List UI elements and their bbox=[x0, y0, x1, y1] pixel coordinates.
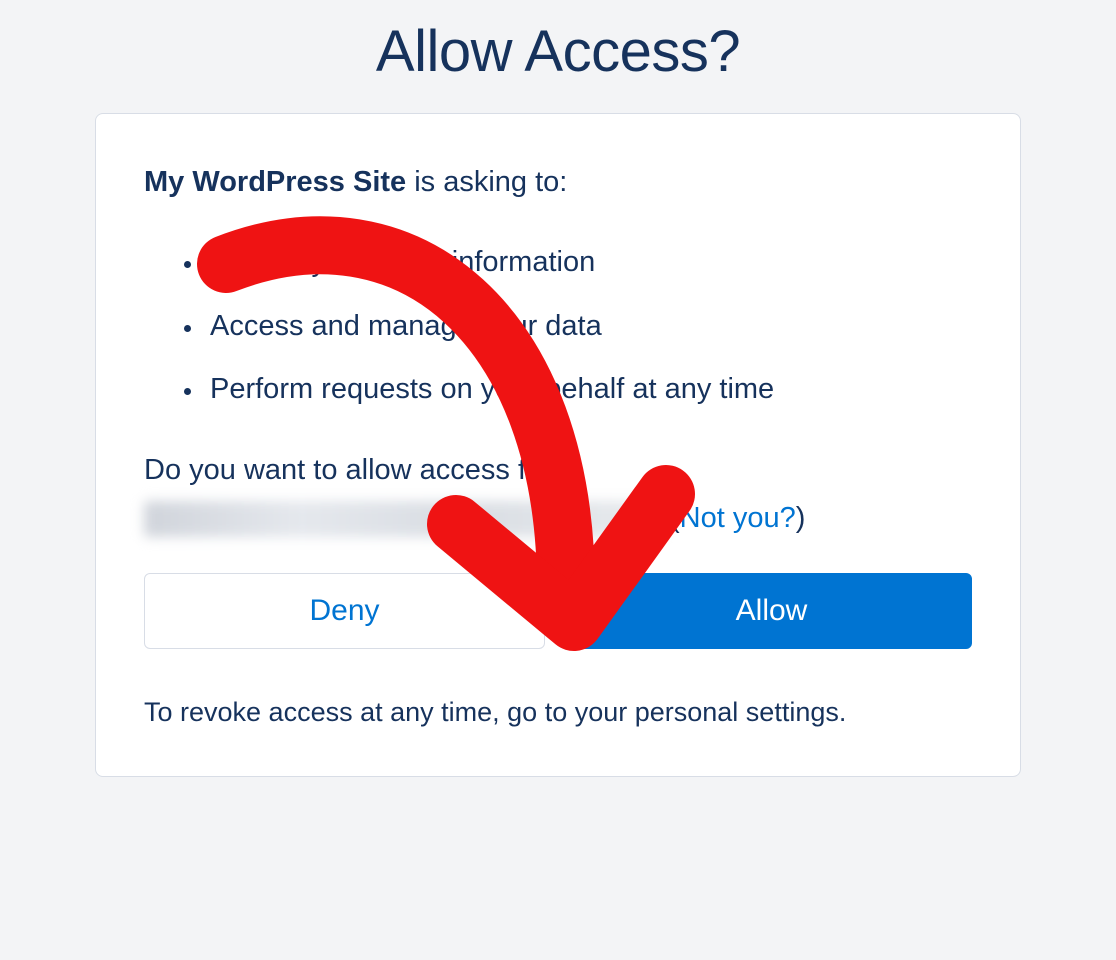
paren-open: ( bbox=[670, 502, 680, 534]
permission-item: Access your basic information bbox=[204, 241, 972, 285]
asking-line: My WordPress Site is asking to: bbox=[144, 166, 972, 199]
not-you-link[interactable]: Not you? bbox=[680, 502, 796, 534]
button-row: Deny Allow bbox=[144, 573, 972, 649]
app-name: My WordPress Site bbox=[144, 166, 406, 198]
permission-item: Access and manage your data bbox=[204, 305, 972, 349]
paren-close: ) bbox=[796, 502, 806, 534]
account-row: (Not you?) bbox=[144, 501, 972, 537]
asking-suffix: is asking to: bbox=[406, 166, 567, 198]
account-identifier-redacted bbox=[144, 501, 664, 537]
consent-card: My WordPress Site is asking to: Access y… bbox=[95, 113, 1021, 777]
not-you-wrap: (Not you?) bbox=[670, 502, 805, 535]
confirm-question: Do you want to allow access for bbox=[144, 454, 972, 487]
deny-button[interactable]: Deny bbox=[144, 573, 545, 649]
allow-button[interactable]: Allow bbox=[571, 573, 972, 649]
permission-item: Perform requests on your behalf at any t… bbox=[204, 368, 972, 412]
page-title: Allow Access? bbox=[0, 18, 1116, 85]
page-root: Allow Access? My WordPress Site is askin… bbox=[0, 0, 1116, 960]
revoke-footnote: To revoke access at any time, go to your… bbox=[144, 697, 972, 728]
permissions-list: Access your basic information Access and… bbox=[144, 241, 972, 412]
